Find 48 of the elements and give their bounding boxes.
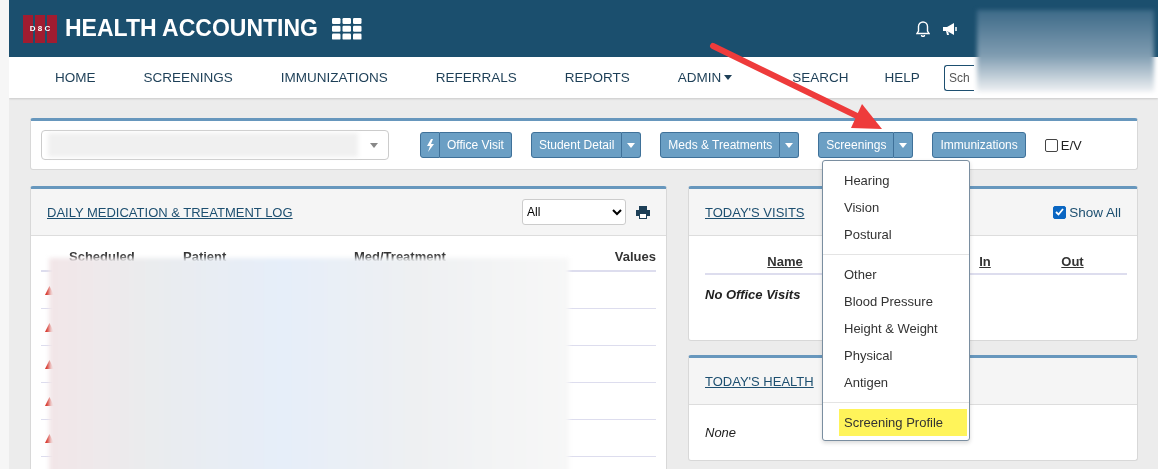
logo: D 8 C xyxy=(23,14,57,43)
column-header[interactable]: Out xyxy=(1025,254,1120,269)
menu-item[interactable]: Vision xyxy=(839,194,967,221)
checkbox[interactable] xyxy=(1044,138,1058,152)
dropdown-toggle[interactable] xyxy=(622,132,642,158)
nav-link[interactable]: HOME xyxy=(55,70,96,85)
menu-item[interactable]: Physical xyxy=(839,342,967,369)
menu-item[interactable]: Blood Pressure xyxy=(839,288,967,315)
column-header: Med/Treatment xyxy=(354,249,447,264)
checkbox-label: Show All xyxy=(1069,204,1121,220)
filter-select[interactable]: All xyxy=(522,199,626,225)
print-icon[interactable] xyxy=(636,205,650,219)
dropdown-toggle[interactable] xyxy=(894,132,914,158)
column-header: Scheduled xyxy=(69,249,136,264)
empty-message: None xyxy=(704,424,738,442)
panel-title-link[interactable]: DAILY MEDICATION & TREATMENT LOG xyxy=(47,204,293,220)
nav-link[interactable]: SEARCH xyxy=(792,70,849,85)
column-header: Values xyxy=(613,249,656,264)
nav-link[interactable]: HELP xyxy=(884,70,920,85)
grid-icon[interactable] xyxy=(332,17,362,40)
dropdown-toggle[interactable] xyxy=(780,132,800,158)
panel-title-link[interactable]: TODAY'S VISITS xyxy=(705,204,805,220)
nav-link[interactable]: REFERRALS xyxy=(435,70,517,85)
empty-message: No Office Visits xyxy=(704,286,802,304)
caret-icon xyxy=(627,142,636,148)
menu-item[interactable]: Other xyxy=(839,261,967,288)
checkbox-label: E/V xyxy=(1060,137,1082,153)
search-field[interactable]: Sch xyxy=(943,64,974,91)
megaphone-icon[interactable] xyxy=(942,21,958,36)
lightning-icon xyxy=(426,138,434,152)
nav-link[interactable]: IMMUNIZATIONS xyxy=(280,70,388,85)
menu-item[interactable]: Antigen xyxy=(839,369,967,396)
caret-icon xyxy=(785,142,794,148)
menu-item[interactable]: Hearing xyxy=(839,167,967,194)
lightning-button[interactable] xyxy=(420,132,440,158)
nav-link[interactable]: SCREENINGS xyxy=(143,70,233,85)
caret-icon xyxy=(899,142,908,148)
menu-item[interactable]: Postural xyxy=(839,221,967,248)
menu-item[interactable]: Screening Profile xyxy=(839,409,967,436)
caret-icon xyxy=(370,142,378,148)
bell-icon[interactable] xyxy=(916,20,930,37)
nav-link[interactable]: ADMIN xyxy=(677,70,733,85)
checkbox[interactable] xyxy=(1053,205,1067,219)
app-title: HEALTH ACCOUNTING xyxy=(65,15,318,42)
menu-item[interactable]: Height & Weight xyxy=(839,315,967,342)
nav-link[interactable]: REPORTS xyxy=(564,70,630,85)
panel-title-link[interactable]: TODAY'S HEALTH xyxy=(705,373,814,389)
column-header: Patient xyxy=(183,249,228,264)
